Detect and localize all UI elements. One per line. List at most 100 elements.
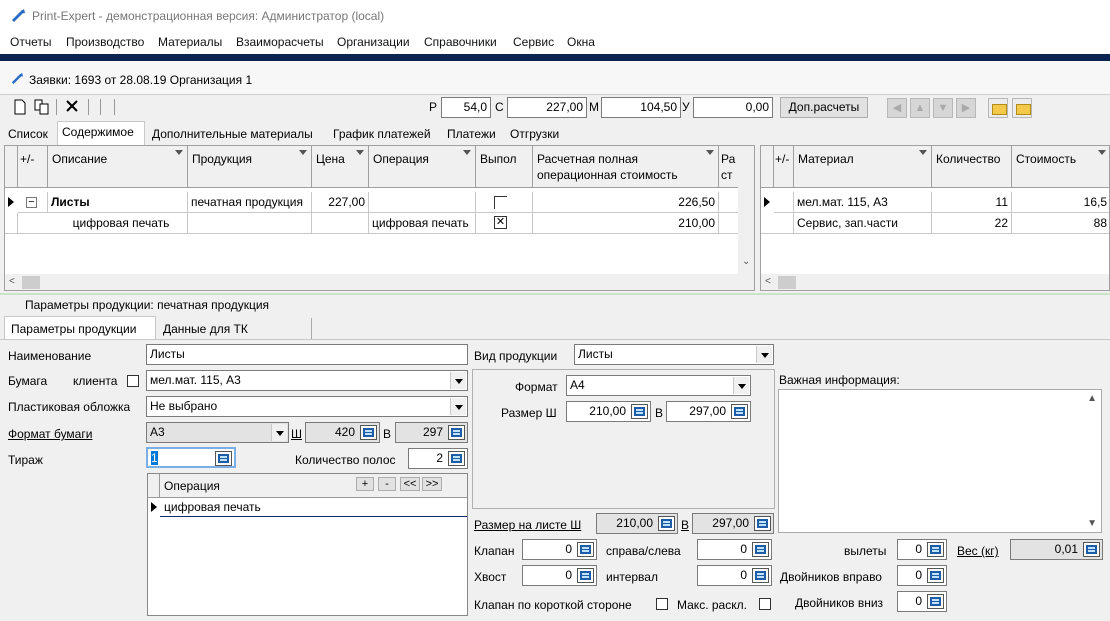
filter-icon[interactable] [463, 150, 471, 155]
cell-price[interactable] [312, 213, 369, 234]
content-vscroll[interactable]: ⌄ [738, 146, 754, 274]
menu-materials[interactable]: Материалы [158, 35, 222, 49]
folder-icon[interactable] [1012, 98, 1032, 118]
calculator-icon[interactable] [927, 594, 944, 609]
weight-field[interactable]: 0,01 [1010, 539, 1103, 560]
cell-material[interactable]: мел.мат. 115, А3 [794, 192, 932, 213]
short-side-checkbox[interactable] [656, 598, 668, 610]
folder-open-icon[interactable] [988, 98, 1008, 118]
cell-calc-cost[interactable]: 210,00 [533, 213, 719, 234]
col-product[interactable]: Продукция [188, 146, 312, 188]
arrow-left-icon[interactable]: ◀ [887, 98, 907, 118]
cell-cost[interactable]: 16,5 [1012, 192, 1109, 213]
menu-organizations[interactable]: Организации [337, 35, 410, 49]
format-select[interactable]: А3 [146, 422, 289, 443]
sheet-width-field[interactable]: 210,00 [596, 513, 678, 534]
u-field[interactable]: 0,00 [693, 97, 773, 118]
scroll-down-icon[interactable]: ⌄ [742, 256, 750, 267]
calculator-icon[interactable] [577, 568, 594, 583]
filter-icon[interactable] [175, 150, 183, 155]
copy-icon[interactable] [34, 99, 50, 115]
size-height-field[interactable]: 297,00 [666, 401, 751, 422]
size-width-field[interactable]: 210,00 [566, 401, 651, 422]
col-plusminus[interactable]: +/- [18, 146, 48, 188]
filter-icon[interactable] [706, 150, 714, 155]
kind-select[interactable]: Листы [574, 344, 774, 365]
tab-shipments[interactable]: Отгрузки [506, 124, 563, 145]
calculator-icon[interactable] [927, 568, 944, 583]
scroll-left-icon[interactable]: < [9, 276, 15, 287]
tirazh-input[interactable]: 1 [146, 447, 236, 468]
calculator-icon[interactable] [448, 425, 465, 440]
scroll-left-icon[interactable]: < [765, 276, 771, 287]
max-layout-checkbox[interactable] [759, 598, 771, 610]
delete-icon[interactable] [64, 99, 80, 115]
interval-field[interactable]: 0 [697, 565, 772, 586]
tab-tk-data[interactable]: Данные для ТК [157, 318, 312, 339]
c-field[interactable]: 227,00 [507, 97, 587, 118]
filter-icon[interactable] [919, 150, 927, 155]
col-description[interactable]: Описание [48, 146, 188, 188]
cell-material[interactable]: Сервис, зап.части [794, 213, 932, 234]
calculator-icon[interactable] [360, 425, 377, 440]
sheet-height-field[interactable]: 297,00 [692, 513, 774, 534]
splitter[interactable] [0, 293, 1110, 295]
menu-production[interactable]: Производство [66, 35, 144, 49]
chevron-down-icon[interactable] [756, 346, 772, 363]
cell-description[interactable]: цифровая печать [18, 213, 188, 234]
arrow-right-icon[interactable]: ▶ [956, 98, 976, 118]
cell-done[interactable] [476, 192, 533, 213]
format-link[interactable]: Формат бумаги [8, 427, 92, 441]
col-quantity[interactable]: Количество [932, 146, 1012, 188]
menu-reports[interactable]: Отчеты [10, 35, 51, 49]
done-checkbox[interactable] [494, 196, 507, 209]
filter-icon[interactable] [1098, 150, 1106, 155]
vylety-field[interactable]: 0 [897, 539, 947, 560]
tab-additional-materials[interactable]: Дополнительные материалы [148, 124, 317, 145]
new-document-icon[interactable] [12, 99, 28, 115]
cell-done[interactable]: ✕ [476, 213, 533, 234]
calculator-icon[interactable] [1083, 542, 1100, 557]
twins-down-field[interactable]: 0 [897, 591, 947, 612]
cell-price[interactable]: 227,00 [312, 192, 369, 213]
weight-link[interactable]: Вес (кг) [957, 544, 999, 558]
klapan-field[interactable]: 0 [522, 539, 597, 560]
calculator-icon[interactable] [927, 542, 944, 557]
sheet-size-link[interactable]: Размер на листе Ш [474, 518, 581, 532]
chevron-down-icon[interactable] [450, 372, 466, 389]
menu-windows[interactable]: Окна [567, 35, 595, 49]
menu-references[interactable]: Справочники [424, 35, 497, 49]
tail-field[interactable]: 0 [522, 565, 597, 586]
col-calc-cost[interactable]: Расчетная полная операционная стоимость [533, 146, 719, 188]
client-paper-checkbox[interactable] [127, 375, 139, 387]
hscroll-thumb[interactable] [22, 276, 40, 289]
calculator-icon[interactable] [731, 404, 748, 419]
expand-cell[interactable]: − [18, 192, 48, 213]
width-field[interactable]: 420 [305, 422, 380, 443]
scroll-down-icon[interactable]: ▼ [1087, 518, 1097, 529]
col-operation[interactable]: Операция [369, 146, 476, 188]
paper-select[interactable]: мел.мат. 115, А3 [146, 370, 468, 391]
filter-icon[interactable] [356, 150, 364, 155]
col-cost[interactable]: Стоимость [1012, 146, 1109, 188]
chevron-down-icon[interactable] [450, 398, 466, 415]
twins-right-field[interactable]: 0 [897, 565, 947, 586]
collapse-icon[interactable]: − [26, 197, 37, 208]
calculator-icon[interactable] [448, 451, 465, 466]
material-hscroll[interactable]: < [761, 274, 1109, 290]
stripes-field[interactable]: 2 [408, 448, 468, 469]
fmt-select[interactable]: А4 [566, 375, 751, 396]
important-textarea[interactable]: ▲ ▼ [778, 389, 1102, 533]
hscroll-thumb[interactable] [778, 276, 796, 289]
ops-move-left-button[interactable]: << [400, 477, 420, 491]
ops-add-button[interactable]: + [356, 477, 374, 491]
cell-quantity[interactable]: 22 [932, 213, 1012, 234]
arrow-up-icon[interactable]: ▲ [910, 98, 930, 118]
scroll-up-icon[interactable]: ▲ [1087, 393, 1097, 404]
m-field[interactable]: 104,50 [601, 97, 681, 118]
cell-quantity[interactable]: 11 [932, 192, 1012, 213]
col-material[interactable]: Материал [794, 146, 932, 188]
ops-move-right-button[interactable]: >> [422, 477, 442, 491]
content-hscroll[interactable]: < [5, 274, 754, 290]
p-field[interactable]: 54,0 [441, 97, 491, 118]
